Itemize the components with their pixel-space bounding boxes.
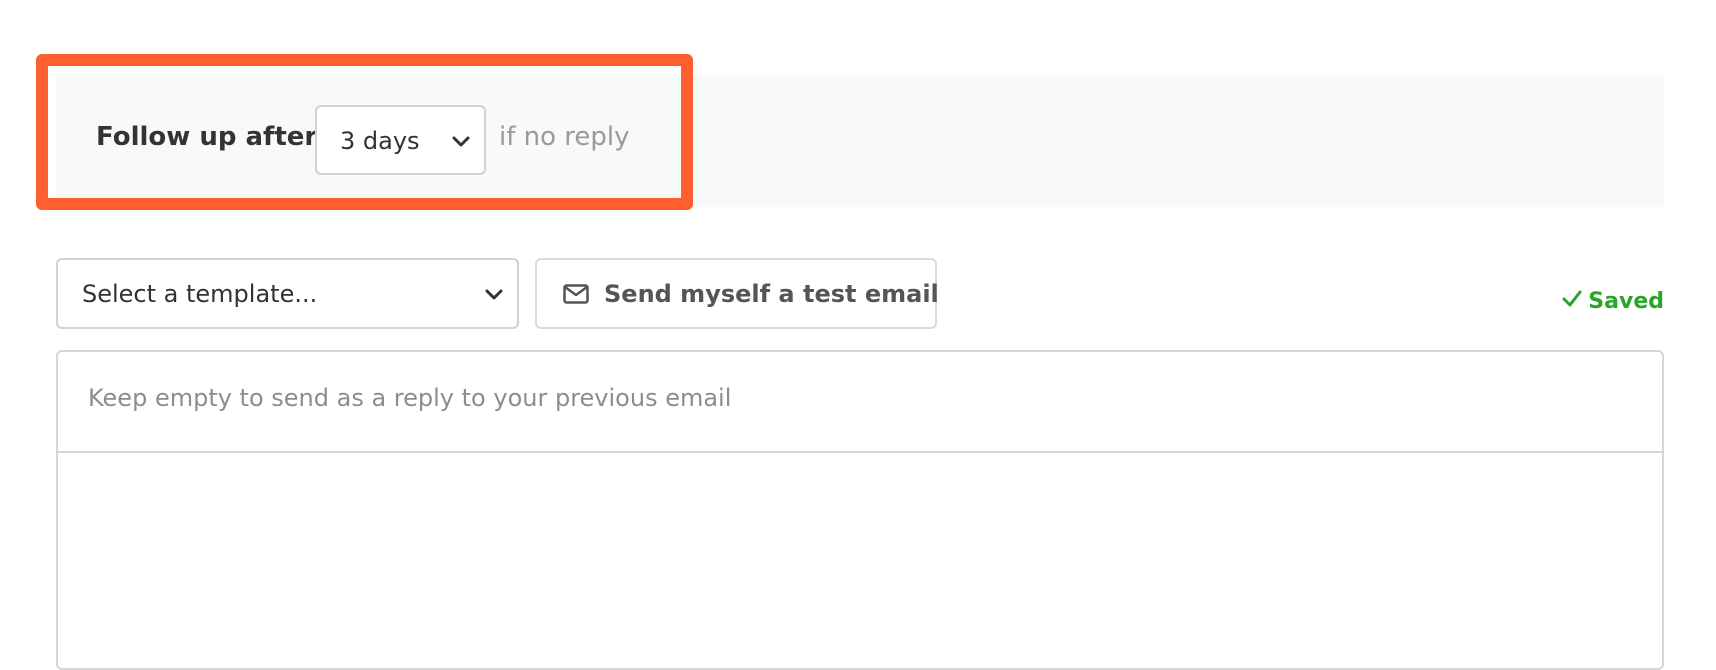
subject-placeholder: Keep empty to send as a reply to your pr… [88, 384, 732, 412]
followup-delay-select[interactable]: 3 days [315, 105, 486, 175]
followup-delay-value: 3 days [340, 127, 420, 155]
followup-label: Follow up after [96, 122, 318, 152]
send-test-email-label: Send myself a test email [604, 280, 939, 308]
chevron-down-icon [485, 286, 503, 305]
saved-label: Saved [1588, 289, 1664, 314]
envelope-icon [563, 284, 589, 308]
email-editor: Keep empty to send as a reply to your pr… [56, 350, 1664, 670]
template-select[interactable]: Select a template... [56, 258, 519, 329]
check-icon [1562, 289, 1582, 314]
template-select-value: Select a template... [82, 280, 318, 308]
followup-suffix-text: if no reply [499, 122, 630, 152]
email-body-area[interactable] [58, 453, 1662, 668]
chevron-down-icon [452, 133, 470, 152]
send-test-email-button[interactable]: Send myself a test email [535, 258, 939, 329]
saved-status: Saved [1562, 289, 1664, 314]
subject-field[interactable]: Keep empty to send as a reply to your pr… [58, 352, 1662, 453]
